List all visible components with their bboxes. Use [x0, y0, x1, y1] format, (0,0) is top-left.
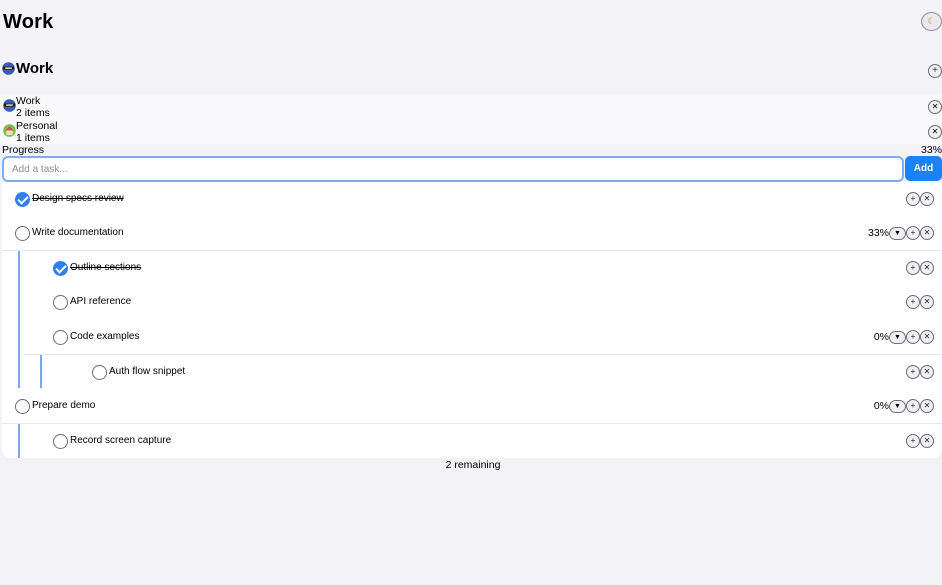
- delete-list-button[interactable]: ✕: [928, 125, 942, 139]
- remaining-count: 2 remaining: [445, 459, 501, 471]
- delete-task-button[interactable]: ✕: [920, 365, 934, 379]
- delete-task-button[interactable]: ✕: [920, 261, 934, 275]
- task-controls: + ✕: [906, 434, 934, 448]
- task-controls: 33% ▼ + ✕: [868, 226, 934, 240]
- lists-panel: Work 2 items ✕ Personal 1 items ✕: [0, 94, 942, 144]
- task-text[interactable]: Code examples: [70, 330, 139, 344]
- task-controls: + ✕: [906, 295, 934, 309]
- triangle-down-icon: ▼: [894, 402, 901, 410]
- list-name: Personal: [16, 120, 58, 132]
- ninja-emoji-icon: [3, 99, 16, 112]
- task-percent: 0%: [873, 400, 889, 412]
- add-subtask-button[interactable]: +: [906, 295, 920, 309]
- task-checkbox[interactable]: [53, 434, 68, 449]
- task-controls: 0% ▼ + ✕: [874, 330, 934, 344]
- moon-icon: ☾: [927, 16, 936, 26]
- delete-list-button[interactable]: ✕: [928, 100, 942, 114]
- close-icon: ✕: [931, 102, 939, 111]
- list-row-work[interactable]: Work 2 items ✕: [2, 94, 942, 119]
- progress-value: 33%: [920, 144, 942, 156]
- triangle-down-icon: ▼: [894, 229, 901, 237]
- task-controls: + ✕: [906, 261, 934, 275]
- add-subtask-button[interactable]: +: [906, 399, 920, 413]
- delete-task-button[interactable]: ✕: [920, 226, 934, 240]
- list-header: Work: [2, 60, 53, 77]
- task-checkbox[interactable]: [15, 399, 30, 414]
- task-text[interactable]: Prepare demo: [32, 399, 95, 413]
- task-checkbox[interactable]: [53, 295, 68, 310]
- plus-icon: +: [932, 65, 938, 76]
- list-row-personal[interactable]: Personal 1 items ✕: [2, 119, 942, 144]
- progress-label: Progress: [2, 144, 45, 156]
- task-controls: + ✕: [906, 192, 934, 206]
- task-checkbox[interactable]: [15, 226, 30, 241]
- task-text[interactable]: Design specs review: [32, 192, 124, 206]
- task-row: Outline sections + ✕: [2, 250, 942, 284]
- add-subtask-button[interactable]: +: [906, 330, 920, 344]
- collapse-button[interactable]: ▼: [889, 226, 906, 240]
- add-subtask-button[interactable]: +: [906, 192, 920, 206]
- task-checkbox[interactable]: [92, 365, 107, 380]
- add-list-button[interactable]: +: [928, 64, 942, 78]
- tasks-panel: Design specs review + ✕ Write documentat…: [2, 182, 942, 458]
- task-checkbox[interactable]: [53, 330, 68, 345]
- task-checkbox[interactable]: [15, 192, 30, 207]
- list-name: Work: [16, 95, 41, 107]
- delete-task-button[interactable]: ✕: [920, 295, 934, 309]
- task-text[interactable]: Auth flow snippet: [109, 365, 185, 379]
- theme-toggle-button[interactable]: ☾: [921, 12, 942, 31]
- task-controls: + ✕: [906, 365, 934, 379]
- task-percent: 0%: [873, 331, 889, 343]
- task-text[interactable]: Write documentation: [32, 226, 124, 240]
- task-text[interactable]: API reference: [70, 295, 131, 309]
- list-count: 2 items: [16, 107, 50, 119]
- add-task-button[interactable]: Add: [905, 156, 942, 181]
- close-icon: ✕: [931, 127, 939, 136]
- add-subtask-button[interactable]: +: [906, 261, 920, 275]
- delete-task-button[interactable]: ✕: [920, 192, 934, 206]
- collapse-button[interactable]: ▼: [889, 330, 906, 344]
- task-controls: 0% ▼ + ✕: [874, 399, 934, 413]
- task-checkbox[interactable]: [53, 261, 68, 276]
- add-task-input[interactable]: [2, 156, 904, 182]
- add-subtask-button[interactable]: +: [906, 365, 920, 379]
- house-emoji-icon: [3, 124, 16, 137]
- collapse-button[interactable]: ▼: [889, 399, 906, 413]
- task-row: Code examples 0% ▼ + ✕: [2, 320, 942, 354]
- task-row: Auth flow snippet + ✕: [24, 354, 942, 388]
- list-count: 1 items: [16, 132, 50, 144]
- ninja-emoji-icon: [2, 62, 15, 75]
- list-header-title: Work: [16, 60, 54, 77]
- delete-task-button[interactable]: ✕: [920, 399, 934, 413]
- task-percent: 33%: [867, 227, 889, 239]
- task-text[interactable]: Record screen capture: [70, 434, 171, 448]
- task-row: API reference + ✕: [2, 285, 942, 319]
- add-subtask-button[interactable]: +: [906, 226, 920, 240]
- task-row: Prepare demo 0% ▼ + ✕: [2, 389, 942, 423]
- add-subtask-button[interactable]: +: [906, 434, 920, 448]
- task-text[interactable]: Outline sections: [70, 261, 141, 275]
- task-row: Write documentation 33% ▼ + ✕: [2, 216, 942, 250]
- delete-task-button[interactable]: ✕: [920, 434, 934, 448]
- progress-row: Progress 33%: [2, 144, 942, 156]
- triangle-down-icon: ▼: [894, 333, 901, 341]
- delete-task-button[interactable]: ✕: [920, 330, 934, 344]
- task-row: Record screen capture + ✕: [2, 423, 942, 457]
- task-row: Design specs review + ✕: [2, 182, 942, 216]
- app-title: Work: [3, 11, 54, 33]
